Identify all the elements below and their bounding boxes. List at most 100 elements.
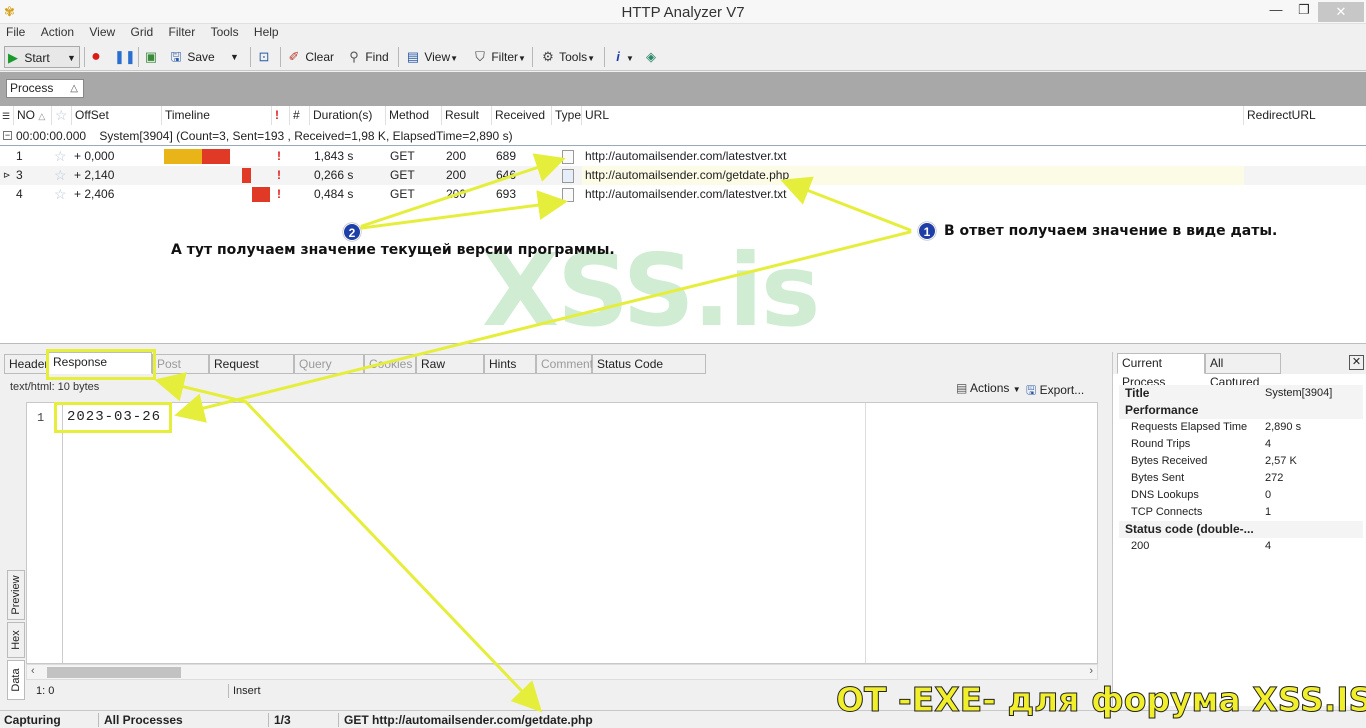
pause-icon: ❚❚ [114,49,136,64]
row-received: 693 [496,187,517,201]
col-no[interactable]: NO △ [14,106,52,125]
horizontal-scrollbar[interactable]: ‹ › [26,664,1098,680]
chevron-down-icon[interactable]: ▼ [67,47,76,69]
menu-lines-icon: ☰ [2,111,11,121]
side-tab-hex[interactable]: Hex [7,622,25,658]
annotation-text-2: А тут получаем значение текущей версии п… [171,242,615,258]
tab-hints[interactable]: Hints (2) [484,354,536,389]
view-icon: ▤ [406,49,420,64]
menu-grid[interactable]: Grid [125,24,160,39]
table-row[interactable]: ⊳ 3 ☆ + 2,140 ! 0,266 s GET 200 646 http… [0,166,1366,185]
open-button[interactable]: ▣ [143,46,159,68]
annotation-badge-1: 1 [918,222,936,240]
start-button[interactable]: ▶ Start ▼ [4,46,80,68]
menu-file[interactable]: File [0,24,31,39]
col-url[interactable]: URL [582,106,1244,125]
toolbar-separator [280,47,281,67]
scroll-left-icon[interactable]: ‹ [31,665,35,677]
col-received[interactable]: Received [492,106,552,125]
timeline-receive-bar [202,149,230,164]
floppy-disk-icon: 🖫 [1026,383,1037,397]
help-book-button[interactable]: ◈ [643,46,659,68]
close-icon[interactable]: ✕ [1349,355,1364,370]
pause-button[interactable]: ❚❚ [114,46,136,68]
close-button[interactable]: ✕ [1318,2,1364,22]
group-chip-process[interactable]: Process △ [6,79,84,98]
group-time: 00:00:00.000 [16,129,87,143]
highlight-box-response-tab [46,349,156,380]
table-row[interactable]: 4 ☆ + 2,406 ! 0,484 s GET 200 693 http:/… [0,185,1366,204]
save-button[interactable]: 🖫 Save ▼ [168,46,238,68]
status-separator [268,713,269,727]
menu-filter[interactable]: Filter [163,24,202,39]
side-tab-data[interactable]: Data [7,660,25,700]
col-favorite[interactable]: ☆ [52,106,72,125]
tab-raw-stream[interactable]: Raw Stream [416,354,484,389]
star-icon[interactable]: ☆ [54,166,67,185]
tab-header[interactable]: Header [4,354,48,374]
play-icon: ▶ [8,50,18,65]
record-button[interactable]: ● [88,46,104,68]
row-url: http://automailsender.com/latestver.txt [585,187,787,201]
col-redirect-url[interactable]: RedirectURL [1244,106,1366,125]
collapse-icon[interactable]: − [3,131,12,140]
status-separator [228,684,229,698]
menu-view[interactable]: View [83,24,121,39]
export-button[interactable]: 🖫 Export... [1026,381,1084,402]
col-warning[interactable]: ! [272,106,290,125]
warning-icon: ! [277,149,281,163]
menu-help[interactable]: Help [248,24,285,39]
row-duration: 0,266 s [314,168,354,182]
tools-button[interactable]: ⚙ Tools▼ [540,46,598,68]
scrollbar-thumb[interactable] [47,667,181,678]
col-offset[interactable]: OffSet [72,106,162,125]
scroll-right-icon[interactable]: › [1089,665,1093,677]
row-duration: 1,843 s [314,149,354,163]
group-row-system[interactable]: − 00:00:00.000 System[3904] (Count=3, Se… [0,126,1366,146]
clear-button[interactable]: ✐ Clear [286,46,340,68]
col-timeline[interactable]: Timeline [162,106,272,125]
col-method[interactable]: Method [386,106,442,125]
menu-tools[interactable]: Tools [205,24,245,39]
tab-current-process[interactable]: Current Process [1117,353,1205,389]
capture-button[interactable]: ⊡ [256,46,272,68]
info-button[interactable]: i ▼ [610,46,638,68]
tab-comment[interactable]: Comment [536,354,593,374]
filter-label: Filter [491,50,519,64]
row-offset: + 2,140 [74,168,115,182]
actions-button[interactable]: ▤ Actions ▼ [956,381,1021,395]
side-tab-preview[interactable]: Preview [7,570,25,620]
save-label: Save [187,50,215,64]
window-title: HTTP Analyzer V7 [621,4,745,21]
sort-asc-icon: △ [38,111,46,121]
find-button[interactable]: ⚲ Find [346,46,392,68]
tab-query-string[interactable]: Query String [294,354,364,389]
response-editor[interactable]: 1 2023-03-26 [26,402,1098,664]
menu-action[interactable]: Action [35,24,80,39]
filter-button[interactable]: ⛉ Filter▼ [472,46,528,68]
tab-request-timing[interactable]: Request Timing [209,354,294,389]
annotation-text-1: В ответ получаем значение в виде даты. [944,223,1278,239]
group-by-panel: Process △ [0,72,1366,106]
view-button[interactable]: ▤ View▼ [405,46,463,68]
maximize-button[interactable]: ❐ [1290,2,1318,22]
col-duration[interactable]: Duration(s) [310,106,386,125]
row-received: 689 [496,149,517,163]
toolbar-separator [84,47,85,67]
tab-all-captured[interactable]: All Captured [1205,353,1281,389]
col-hash[interactable]: # [290,106,310,125]
tab-cookies[interactable]: Cookies [364,354,416,374]
table-row[interactable]: 1 ☆ + 0,000 ! 1,843 s GET 200 689 http:/… [0,147,1366,166]
selected-request: GET http://automailsender.com/getdate.ph… [344,713,593,727]
minimize-button[interactable]: — [1262,2,1290,22]
col-type[interactable]: Type [552,106,582,125]
star-icon[interactable]: ☆ [54,147,67,166]
warning-icon: ! [277,168,281,182]
col-result[interactable]: Result [442,106,492,125]
highlight-box-date-value [54,402,172,433]
star-icon[interactable]: ☆ [54,185,67,204]
row-received: 646 [496,168,517,182]
chevron-down-icon[interactable]: ▼ [230,46,239,68]
tab-post-data[interactable]: Post Data [152,354,209,389]
tab-status-code-definition[interactable]: Status Code Definition [592,354,706,389]
